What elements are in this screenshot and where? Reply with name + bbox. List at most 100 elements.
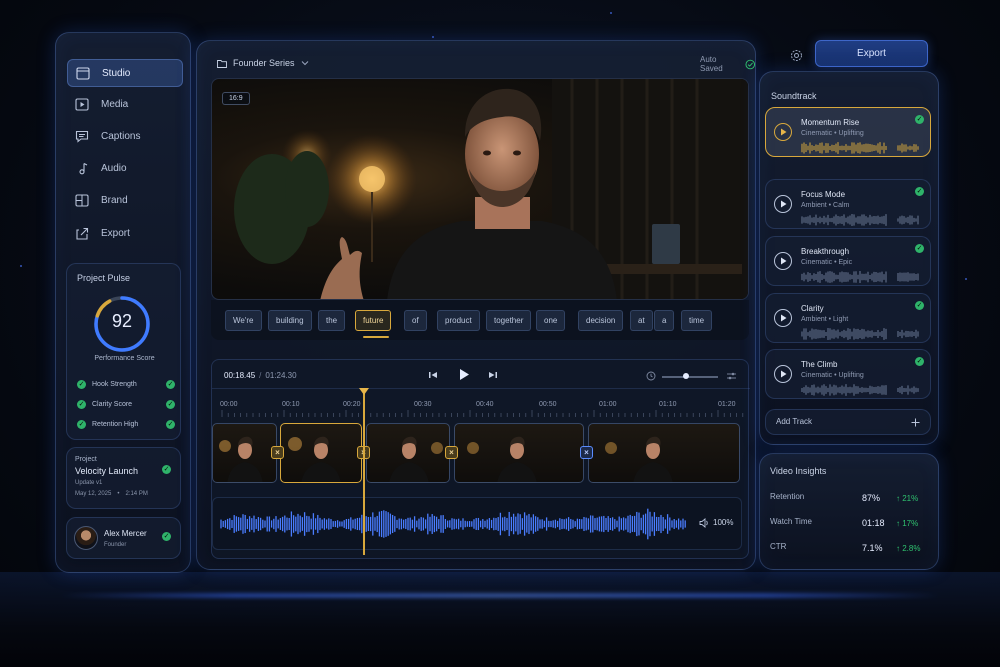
play-button[interactable] <box>774 309 792 327</box>
divider <box>212 388 750 389</box>
track-momentum-rise[interactable]: Momentum Rise Cinematic • Uplifting ✓ <box>765 107 931 157</box>
folder-icon <box>217 59 227 68</box>
tick-label: 01:20 <box>718 401 736 408</box>
play-button[interactable] <box>774 195 792 213</box>
transition-marker[interactable]: × <box>445 446 458 459</box>
project-card[interactable]: Project Velocity Launch Update v1 May 12… <box>66 447 181 509</box>
play-icon[interactable] <box>458 368 470 381</box>
video-clip[interactable] <box>588 423 740 483</box>
caption-word[interactable]: We're <box>225 310 262 331</box>
time-readout: 00:18.45 / 01:24.30 <box>224 371 297 380</box>
insight-label: CTR <box>770 542 787 551</box>
playhead-handle[interactable] <box>358 387 370 396</box>
insight-change: ↑ 2.8% <box>896 544 921 553</box>
time-ruler <box>221 410 744 417</box>
series-breadcrumb[interactable]: Founder Series <box>217 58 309 68</box>
video-clip[interactable] <box>212 423 277 483</box>
autosave-label: Auto Saved <box>700 55 723 73</box>
clock-icon <box>646 371 656 381</box>
caption-word[interactable]: time <box>681 310 713 331</box>
total-time: 01:24.30 <box>265 371 297 380</box>
track-title: The Climb <box>801 360 838 369</box>
main-editor: Founder Series Auto Saved 16:9 We're bui… <box>196 40 756 570</box>
caption-word[interactable]: at <box>630 310 653 331</box>
track-the-climb[interactable]: The Climb Cinematic • Uplifting ✓ <box>765 349 931 399</box>
sparkle <box>610 12 612 14</box>
settings-icon[interactable] <box>790 49 803 62</box>
track-waveform <box>801 328 919 340</box>
caption-word[interactable]: together <box>486 310 532 331</box>
skip-forward-icon[interactable] <box>488 370 498 380</box>
play-button[interactable] <box>774 252 792 270</box>
tick-label: 00:20 <box>343 401 361 408</box>
metric-clarity-score: ✓ Clarity Score ✓ <box>77 398 175 410</box>
track-breakthrough[interactable]: Breakthrough Cinematic • Epic ✓ <box>765 236 931 286</box>
track-clarity[interactable]: Clarity Ambient • Light ✓ <box>765 293 931 343</box>
sidebar-item-audio[interactable]: Audio <box>67 154 183 182</box>
sidebar-item-captions[interactable]: Captions <box>67 122 183 150</box>
insight-retention: Retention 87% ↑ 21% <box>770 492 930 506</box>
user-card[interactable]: Alex Mercer Founder ✓ <box>66 517 181 559</box>
performance-score: 92 <box>111 311 133 331</box>
metric-label: Clarity Score <box>92 400 133 408</box>
sidebar-item-export[interactable]: Export <box>67 219 183 247</box>
caption-strip: We're building the future of product tog… <box>211 300 749 340</box>
insight-value: 87% <box>862 493 881 503</box>
play-button[interactable] <box>774 123 792 141</box>
sparkle <box>20 265 22 267</box>
video-clip[interactable] <box>454 423 584 483</box>
export-button[interactable]: Export <box>815 40 928 67</box>
check-icon: ✓ <box>915 244 924 253</box>
audio-waveform <box>220 508 686 540</box>
insight-label: Watch Time <box>770 517 812 526</box>
playhead[interactable] <box>363 390 365 555</box>
check-icon: ✓ <box>915 301 924 310</box>
caption-word[interactable]: one <box>536 310 566 331</box>
video-clip-selected[interactable] <box>280 423 362 483</box>
play-icon <box>780 257 786 265</box>
transition-marker[interactable]: × <box>271 446 284 459</box>
zoom-slider-thumb[interactable] <box>683 373 689 379</box>
caption-word-highlighted[interactable]: future <box>355 310 392 331</box>
track-focus-mode[interactable]: Focus Mode Ambient • Calm ✓ <box>765 179 931 229</box>
add-track-button[interactable]: Add Track <box>765 409 931 435</box>
add-track-label: Add Track <box>776 417 813 426</box>
aspect-ratio-badge[interactable]: 16:9 <box>222 92 250 105</box>
metric-hook-strength: ✓ Hook Strength ✓ <box>77 378 175 390</box>
music-note-icon <box>75 162 89 174</box>
adjust-icon[interactable] <box>726 371 737 381</box>
current-time: 00:18.45 <box>224 371 256 380</box>
video-preview[interactable]: 16:9 <box>211 78 749 300</box>
video-clip[interactable] <box>366 423 450 483</box>
tick-label: 00:50 <box>539 401 557 408</box>
sidebar-item-media[interactable]: Media <box>67 90 183 118</box>
audio-track[interactable]: 100% <box>212 497 742 550</box>
caption-word[interactable]: a <box>654 310 675 331</box>
caption-word[interactable]: of <box>404 310 427 331</box>
chevron-down-icon <box>301 61 308 66</box>
avatar <box>74 526 98 550</box>
check-icon: ✓ <box>162 532 171 541</box>
play-icon <box>780 314 786 322</box>
caption-word[interactable]: product <box>437 310 480 331</box>
sidebar-item-label: Studio <box>102 67 131 79</box>
sidebar-item-studio[interactable]: Studio <box>67 59 183 87</box>
metric-label: Retention High <box>92 420 139 428</box>
caption-word[interactable]: decision <box>578 310 624 331</box>
track-genre: Cinematic • Uplifting <box>801 130 864 137</box>
tick-label: 00:40 <box>476 401 494 408</box>
caption-word[interactable]: building <box>268 310 312 331</box>
video-insights-panel: Video Insights Retention 87% ↑ 21% Watch… <box>759 453 939 570</box>
caption-word[interactable]: the <box>318 310 346 331</box>
check-icon: ✓ <box>166 419 175 429</box>
sidebar-item-brand[interactable]: Brand <box>67 186 183 214</box>
volume-icon[interactable] <box>699 518 710 528</box>
sparkle <box>965 278 967 280</box>
check-icon: ✓ <box>166 379 175 389</box>
metric-label: Hook Strength <box>92 380 137 388</box>
transition-marker[interactable]: × <box>580 446 593 459</box>
zoom-slider[interactable] <box>662 376 718 378</box>
skip-back-icon[interactable] <box>428 370 438 380</box>
play-button[interactable] <box>774 365 792 383</box>
series-title: Founder Series <box>233 58 295 68</box>
